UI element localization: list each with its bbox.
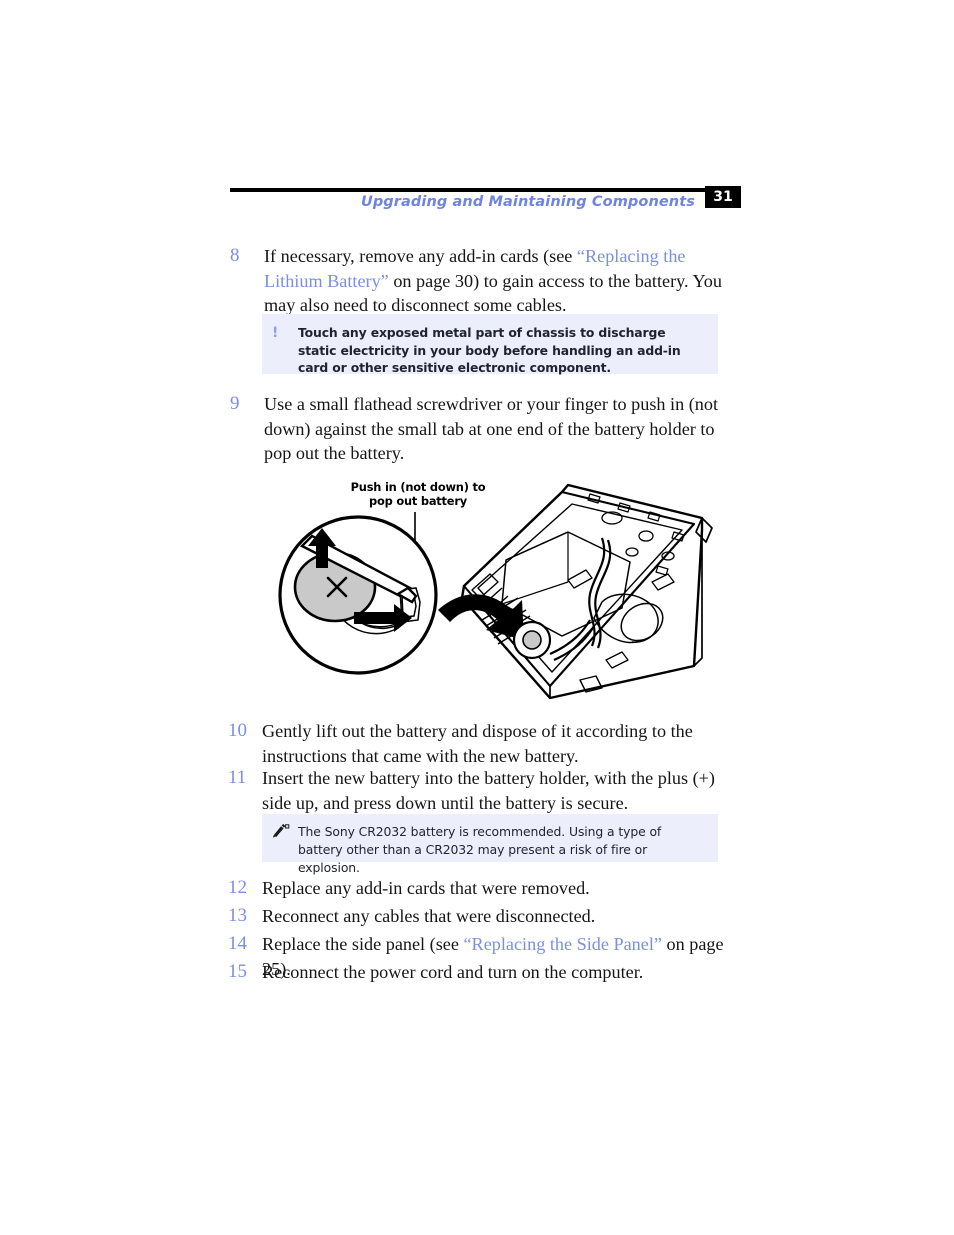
warning-text: Touch any exposed metal part of chassis … [298, 325, 681, 376]
computer-chassis-illustration [460, 483, 713, 700]
step-number: 11 [228, 767, 247, 788]
exclamation-icon: ! [272, 325, 279, 341]
figure-artwork [278, 483, 713, 700]
step-text: If necessary, remove any add-in cards (s… [264, 244, 740, 318]
step-text-segment: Replace the side panel (see [262, 934, 464, 954]
step-number: 13 [228, 905, 247, 926]
step-13: 13 Reconnect any cables that were discon… [228, 904, 740, 929]
step-15: 15 Reconnect the power cord and turn on … [228, 960, 740, 985]
step-11: 11 Insert the new battery into the batte… [228, 766, 740, 815]
step-8: 8 If necessary, remove any add-in cards … [230, 244, 740, 318]
cross-reference-link[interactable]: “Replacing the Side Panel” [463, 934, 661, 954]
step-number: 10 [228, 720, 247, 741]
step-text: Gently lift out the battery and dispose … [262, 721, 693, 766]
warning-callout: ! Touch any exposed metal part of chassi… [262, 314, 718, 376]
step-text: Insert the new battery into the battery … [262, 768, 715, 813]
step-text-segment: If necessary, remove any add-in cards (s… [264, 246, 577, 266]
step-number: 9 [230, 393, 240, 414]
header-rule [230, 188, 705, 192]
step-number: 14 [228, 933, 247, 954]
pencil-note-icon [270, 823, 298, 843]
magnified-battery-view [278, 515, 438, 675]
note-text: The Sony CR2032 battery is recommended. … [298, 824, 662, 875]
step-number: 8 [230, 245, 240, 266]
battery-location-marker [512, 620, 552, 660]
step-number: 15 [228, 961, 247, 982]
step-number: 12 [228, 877, 247, 898]
header-title: Upgrading and Maintaining Components [360, 194, 695, 210]
step-text: Reconnect any cables that were disconnec… [262, 906, 596, 926]
step-10: 10 Gently lift out the battery and dispo… [228, 719, 698, 768]
battery-replacement-figure: Push in (not down) to pop out battery [250, 470, 730, 720]
step-text: Replace any add-in cards that were remov… [262, 878, 590, 898]
running-header: Upgrading and Maintaining Components 31 [230, 186, 741, 220]
step-text: Reconnect the power cord and turn on the… [262, 962, 644, 982]
pencil-note-icon-glyph [273, 824, 290, 838]
page-number-badge: 31 [705, 186, 741, 208]
step-9: 9 Use a small flathead screwdriver or yo… [230, 392, 742, 466]
step-12: 12 Replace any add-in cards that were re… [228, 876, 740, 901]
step-text: Use a small flathead screwdriver or your… [264, 394, 719, 463]
note-callout: The Sony CR2032 battery is recommended. … [262, 814, 718, 875]
